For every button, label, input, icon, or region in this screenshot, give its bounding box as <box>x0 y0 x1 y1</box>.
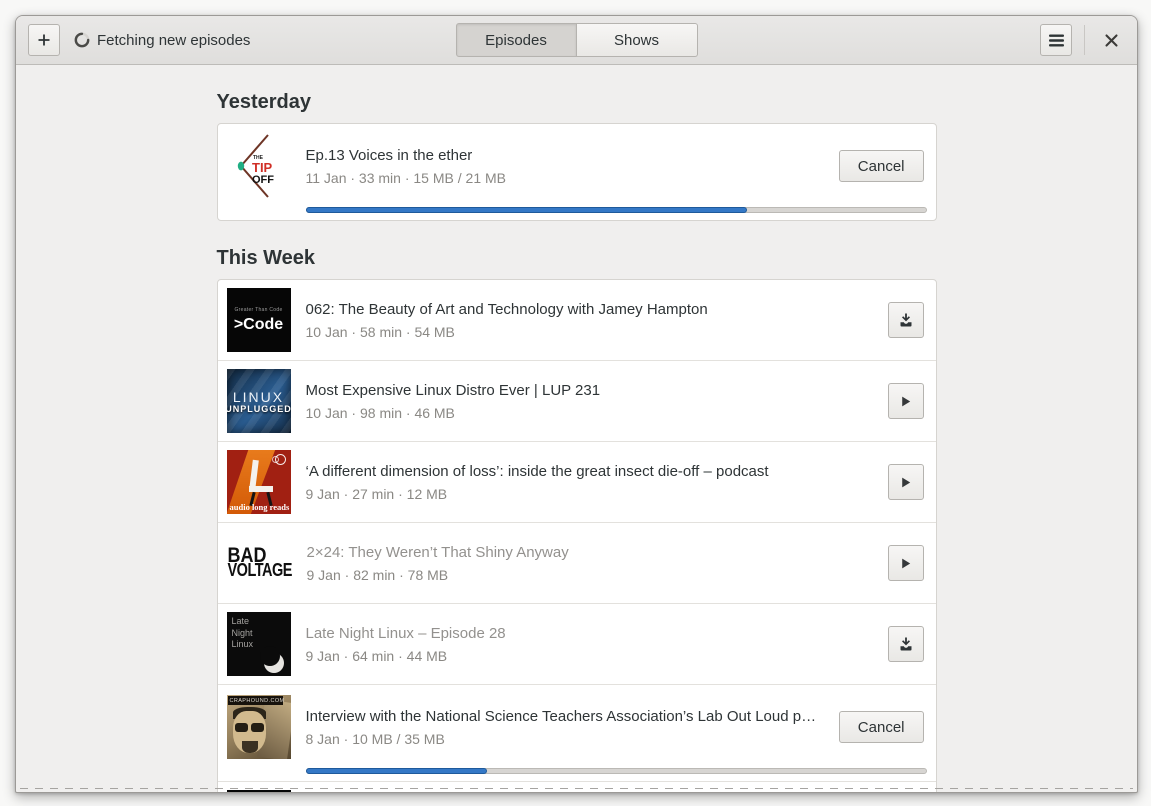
episode-card: Greater Than Code >Code 062: The Beauty of… <box>216 279 937 792</box>
cover-graphic <box>241 741 258 753</box>
episode-row: Late Night Linux Late Night Linux – Episode… <box>217 603 936 684</box>
play-button[interactable] <box>887 464 924 500</box>
podcast-cover-alr: audio long reads <box>226 450 291 514</box>
cover-graphic <box>234 723 264 732</box>
tab-shows[interactable]: Shows <box>576 23 698 57</box>
episode-row: BAD VOLTAGE 2×24: They Weren’t That Shiny … <box>217 522 936 603</box>
episodes-view: Yesterday THE TIP OFF Ep.13 Voices in the et… <box>16 65 1137 792</box>
episode-text: Interview with the National Science Teac… <box>306 708 824 747</box>
play-icon <box>902 396 911 406</box>
episode-title: Ep.13 Voices in the ether <box>305 146 473 164</box>
episode-text: Ep.13 Voices in the ether 11 Jan · 33 min… <box>306 147 824 186</box>
episode-text: ‘A different dimension of loss’: inside … <box>306 463 873 502</box>
play-icon <box>902 558 911 568</box>
cover-text-main: VOLTAGE <box>227 561 292 582</box>
podcast-cover-lup: LINUX UNPLUGGED <box>226 369 291 433</box>
episode-title: Interview with the National Science Teac… <box>305 707 824 725</box>
cover-graphic <box>234 723 248 732</box>
cancel-download-button[interactable]: Cancel <box>838 150 924 182</box>
sections: Yesterday THE TIP OFF Ep.13 Voices in the et… <box>216 91 937 792</box>
close-icon <box>1104 33 1118 47</box>
episode-text: 062: The Beauty of Art and Technology wi… <box>306 301 873 340</box>
app-window: Fetching new episodes Episodes Shows Yes… <box>15 15 1138 793</box>
moon-graphic <box>259 646 284 673</box>
episode-row: THE TIP OFF Ep.13 Voices in the ether 11 Jan… <box>218 124 936 220</box>
section-title: This Week <box>216 247 316 269</box>
cover-text-sub: UNPLUGGED <box>226 403 291 414</box>
play-icon <box>902 477 911 487</box>
episode-meta: 9 Jan · 64 min · 44 MB <box>305 647 448 664</box>
svg-text:OFF: OFF <box>252 174 274 186</box>
download-progress-fill <box>305 207 747 213</box>
moon-graphic <box>259 646 280 666</box>
podcast-cover-irl: ≫IRL <box>226 790 291 792</box>
download-button[interactable] <box>887 626 924 662</box>
add-podcast-button[interactable] <box>28 24 60 56</box>
episode-title: 062: The Beauty of Art and Technology wi… <box>305 300 708 318</box>
cover-text-main: Night <box>231 627 253 638</box>
episode-meta: 10 Jan · 98 min · 46 MB <box>305 404 455 421</box>
menu-button[interactable] <box>1040 24 1072 56</box>
cover-graphic <box>271 456 279 463</box>
episode-meta: 10 Jan · 58 min · 54 MB <box>305 323 455 340</box>
episode-title: Late Night Linux – Episode 28 <box>305 624 506 642</box>
cover-text-main: >Code <box>233 315 284 333</box>
episode-text: Late Night Linux – Episode 28 9 Jan · 64 … <box>306 625 873 664</box>
podcast-cover-gtc: Greater Than Code >Code <box>226 288 291 352</box>
download-progress-fill <box>305 768 487 774</box>
cover-text-small: Greater Than Code <box>234 306 283 313</box>
loading-spinner-icon <box>74 32 90 48</box>
download-icon <box>900 637 911 651</box>
download-button[interactable] <box>887 302 924 338</box>
podcast-cover-tipoff: THE TIP OFF <box>226 134 291 198</box>
episode-row: audio long reads ‘A different dimension o… <box>217 441 936 522</box>
episode-row: Greater Than Code >Code 062: The Beauty of… <box>218 280 936 360</box>
cover-text-main: audio long reads <box>229 502 290 512</box>
headerbar: Fetching new episodes Episodes Shows <box>16 16 1137 65</box>
episode-meta: 8 Jan · 10 MB / 35 MB <box>305 730 445 747</box>
episode-title: ‘A different dimension of loss’: inside … <box>305 462 769 480</box>
episode-title: Most Expensive Linux Distro Ever | LUP 2… <box>305 381 601 399</box>
cover-text-main: Late <box>231 616 250 626</box>
download-progressbar <box>305 207 927 213</box>
headerbar-separator <box>1084 25 1085 55</box>
podcast-cover-bv: BAD VOLTAGE <box>226 531 292 595</box>
episode-text: 2×24: They Weren’t That Shiny Anyway 9 Ja… <box>307 544 873 583</box>
podcast-cover-lnl: Late Night Linux <box>226 612 291 676</box>
episode-meta: 9 Jan · 82 min · 78 MB <box>306 566 449 583</box>
tab-episodes[interactable]: Episodes <box>455 23 577 57</box>
episode-text: Most Expensive Linux Distro Ever | LUP 2… <box>306 382 873 421</box>
download-icon <box>900 313 911 327</box>
episode-row: LINUX UNPLUGGED Most Expensive Linux Distr… <box>217 360 936 441</box>
tipoff-cover-graphic: THETIPOFF <box>237 134 274 198</box>
view-switcher: Episodes Shows <box>455 23 698 57</box>
cover-graphic <box>250 723 264 732</box>
plus-icon <box>38 34 50 46</box>
download-progressbar <box>305 768 927 774</box>
episode-row: CRAPHOUND.COM Interview with the National… <box>217 684 936 781</box>
cancel-download-button[interactable]: Cancel <box>838 711 924 743</box>
section-title: Yesterday <box>216 91 312 113</box>
close-button[interactable] <box>1097 26 1125 54</box>
episode-title: 2×24: They Weren’t That Shiny Anyway <box>306 543 569 561</box>
svg-text:TIP: TIP <box>252 160 273 175</box>
episode-row: ≫IRLBot or Not <box>217 781 936 792</box>
scroll-undershoot-indicator <box>20 788 1133 789</box>
cover-text-main: LINUX <box>232 388 285 405</box>
episode-meta: 11 Jan · 33 min · 15 MB / 21 MB <box>305 169 507 186</box>
play-button[interactable] <box>887 383 924 419</box>
status-text: Fetching new episodes <box>97 31 251 49</box>
episode-meta: 9 Jan · 27 min · 12 MB <box>305 485 448 502</box>
play-button[interactable] <box>887 545 924 581</box>
headerbar-left: Fetching new episodes <box>28 24 250 56</box>
podcast-cover-craphound: CRAPHOUND.COM <box>226 695 291 759</box>
cover-text-main: CRAPHOUND.COM <box>227 696 285 705</box>
headerbar-right <box>1040 24 1125 56</box>
episode-card: THE TIP OFF Ep.13 Voices in the ether 11 Jan… <box>216 123 937 221</box>
hamburger-icon <box>1048 34 1064 46</box>
